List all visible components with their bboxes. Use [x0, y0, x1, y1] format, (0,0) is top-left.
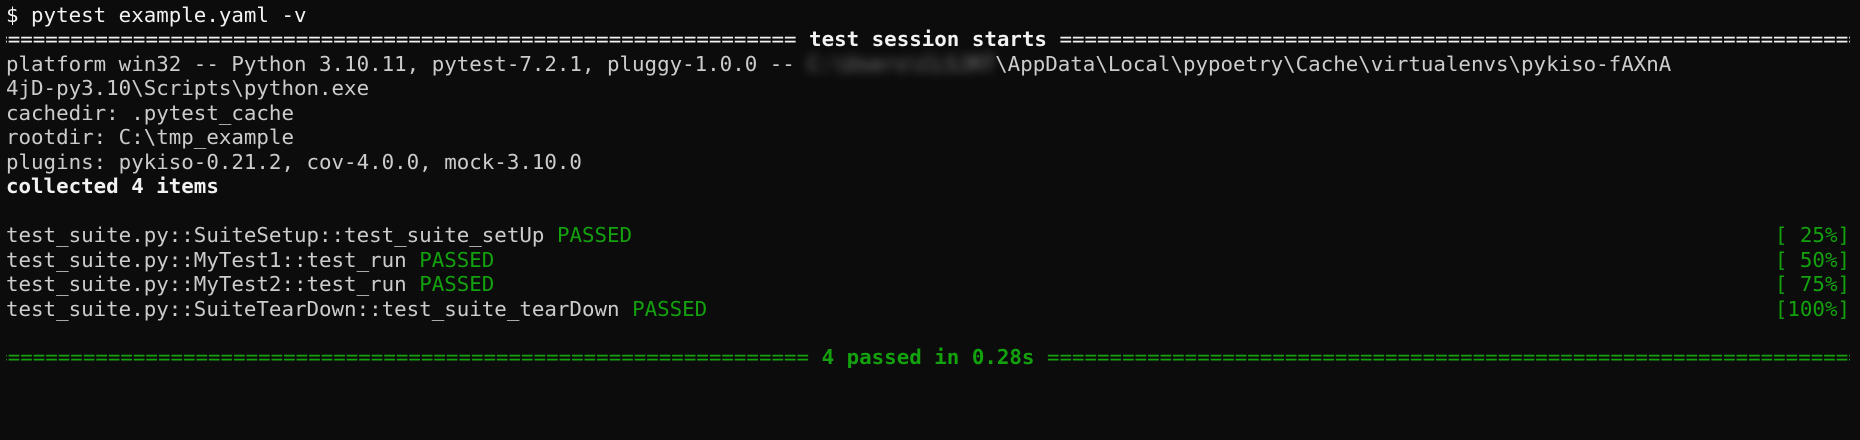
test-result-row: test_suite.py::SuiteTearDown::test_suite…	[6, 294, 707, 324]
test-name: test_suite.py::MyTest2::test_run	[6, 272, 407, 296]
summary-rule: ========================================…	[6, 342, 1850, 372]
platform-suffix: \AppData\Local\pypoetry\Cache\virtualenv…	[995, 52, 1672, 76]
collected-line: collected 4 items	[6, 174, 219, 198]
summary-title: 4 passed in 0.28s	[809, 345, 1047, 369]
summary-fill-right: ========================================…	[1046, 345, 1850, 369]
test-status: PASSED	[556, 223, 633, 247]
test-name: test_suite.py::SuiteTearDown::test_suite…	[6, 297, 620, 321]
terminal-window[interactable]: $ pytest example.yaml -v ===============…	[0, 0, 1860, 440]
test-name: test_suite.py::SuiteSetup::test_suite_se…	[6, 223, 545, 247]
test-progress: [100%]	[1774, 297, 1850, 321]
test-status: PASSED	[632, 297, 708, 321]
test-status: PASSED	[419, 272, 495, 296]
redacted-path: C:\Users\CLSJRT	[807, 52, 996, 76]
summary-fill-left: ========================================…	[6, 345, 810, 369]
